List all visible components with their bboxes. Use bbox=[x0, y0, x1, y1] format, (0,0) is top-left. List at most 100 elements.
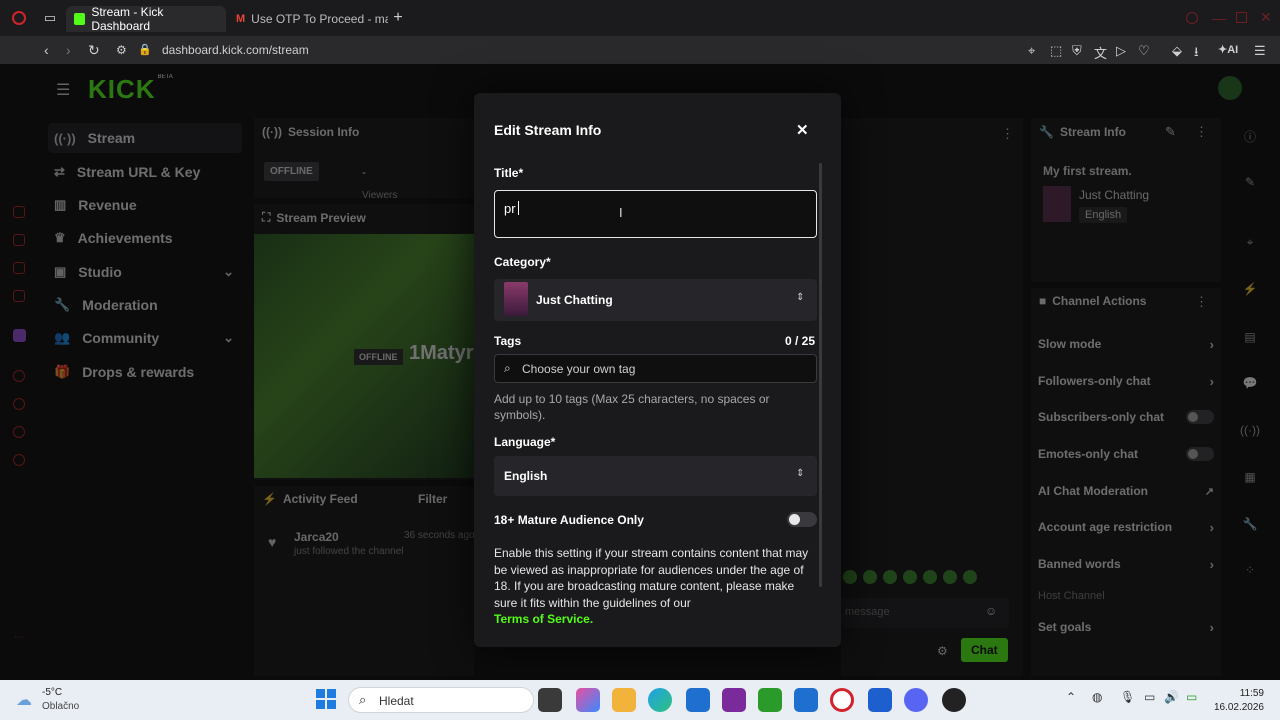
sidebar-item-achievements[interactable]: ♛ Achievements bbox=[48, 223, 242, 253]
opera-taskbar-icon[interactable] bbox=[830, 688, 854, 712]
sidebar-app-icon[interactable] bbox=[13, 454, 25, 466]
account-age-item[interactable]: Account age restriction › bbox=[1038, 512, 1214, 542]
volume-icon[interactable]: 🔊 bbox=[1164, 690, 1179, 704]
emote-icon[interactable] bbox=[883, 570, 897, 584]
sidebar-app-icon[interactable] bbox=[13, 234, 25, 246]
app-icon[interactable] bbox=[722, 688, 746, 712]
clock-time[interactable]: 11:59 bbox=[1228, 688, 1264, 699]
chat-bubble-icon[interactable]: 💬 bbox=[1240, 376, 1260, 396]
sidebar-item-stream[interactable]: ((·)) Stream bbox=[48, 123, 242, 153]
copilot-icon[interactable] bbox=[576, 688, 600, 712]
app-icon[interactable] bbox=[942, 688, 966, 712]
pencil-icon[interactable]: ✎ bbox=[1240, 175, 1260, 195]
chat-input[interactable]: message ☺ bbox=[841, 598, 1009, 628]
new-tab-icon[interactable]: + bbox=[390, 9, 406, 26]
sidebar-app-icon[interactable] bbox=[13, 262, 25, 274]
mail-icon[interactable] bbox=[794, 688, 818, 712]
subscribers-only-item[interactable]: Subscribers-only chat bbox=[1038, 402, 1214, 432]
maximize-icon[interactable] bbox=[1236, 12, 1247, 23]
ai-chat-moderation-item[interactable]: AI Chat Moderation ↗ bbox=[1038, 476, 1214, 506]
app-icon[interactable] bbox=[868, 688, 892, 712]
taskbar-search[interactable]: ⌕ Hledat bbox=[348, 687, 534, 713]
activity-user[interactable]: Jarca20 bbox=[294, 530, 339, 544]
tab-kick-dashboard[interactable]: Stream - Kick Dashboard bbox=[66, 5, 226, 33]
windows-start-icon[interactable] bbox=[316, 689, 336, 709]
pin-icon[interactable]: ⌖ bbox=[1028, 43, 1035, 59]
twitch-icon[interactable] bbox=[13, 329, 26, 342]
weather-desc[interactable]: Oblačno bbox=[42, 701, 79, 712]
battery-icon[interactable]: ▭ bbox=[1186, 690, 1197, 704]
menu-icon[interactable]: ☰ bbox=[1254, 43, 1266, 59]
sidebar-item-stream-url-key[interactable]: ⇄ Stream URL & Key bbox=[48, 157, 242, 187]
title-input[interactable]: pr I bbox=[494, 190, 817, 238]
set-goals-item[interactable]: Set goals › bbox=[1038, 612, 1214, 642]
screenshot-icon[interactable]: ⬚ bbox=[1050, 43, 1062, 59]
close-window-icon[interactable]: ✕ bbox=[1260, 9, 1272, 26]
sidebar-item-moderation[interactable]: 🔧 Moderation bbox=[48, 290, 242, 320]
emote-icon[interactable] bbox=[963, 570, 977, 584]
wallet-icon[interactable]: ⬙ bbox=[1172, 43, 1182, 59]
minimize-icon[interactable]: — bbox=[1212, 10, 1226, 26]
network-icon[interactable]: ▭ bbox=[1144, 690, 1155, 704]
sidebar-app-icon[interactable] bbox=[13, 398, 25, 410]
emotes-only-toggle[interactable] bbox=[1186, 447, 1214, 461]
clock-date[interactable]: 16.02.2026 bbox=[1210, 702, 1264, 713]
chat-settings-icon[interactable]: ⚙ bbox=[937, 644, 948, 658]
task-view-icon[interactable] bbox=[538, 688, 562, 712]
emote-icon[interactable] bbox=[843, 570, 857, 584]
modal-scrollbar[interactable] bbox=[819, 163, 822, 587]
forward-icon[interactable]: › bbox=[66, 42, 71, 58]
kick-logo[interactable]: KICK BETA bbox=[88, 74, 173, 105]
heart-icon[interactable]: ♡ bbox=[1138, 43, 1150, 59]
subscribers-only-toggle[interactable] bbox=[1186, 410, 1214, 424]
file-explorer-icon[interactable] bbox=[612, 688, 636, 712]
layout-icon[interactable]: ▦ bbox=[1240, 470, 1260, 490]
site-settings-icon[interactable]: ⚙ bbox=[116, 43, 127, 57]
slow-mode-item[interactable]: Slow mode › bbox=[1038, 329, 1214, 359]
tags-input[interactable]: ⌕ Choose your own tag bbox=[494, 354, 817, 383]
emote-icon[interactable] bbox=[863, 570, 877, 584]
more-icon[interactable]: ⋮ bbox=[1195, 124, 1208, 140]
sidebar-more-icon[interactable]: ⋯ bbox=[14, 632, 24, 643]
emote-icon[interactable] bbox=[923, 570, 937, 584]
emote-icon[interactable] bbox=[943, 570, 957, 584]
broadcast-icon[interactable]: ((·)) bbox=[1240, 423, 1260, 443]
translate-icon[interactable]: 文 bbox=[1094, 43, 1107, 62]
more-icon[interactable]: ⋮ bbox=[1001, 126, 1014, 142]
apps-icon[interactable]: ⁘ bbox=[1240, 563, 1260, 583]
store-icon[interactable] bbox=[686, 688, 710, 712]
terms-of-service-link[interactable]: Terms of Service bbox=[494, 612, 590, 626]
tab-otp[interactable]: M Use OTP To Proceed - ma bbox=[228, 6, 388, 32]
weather-temp[interactable]: -5°C bbox=[42, 687, 62, 698]
emote-icon[interactable] bbox=[903, 570, 917, 584]
hamburger-icon[interactable]: ☰ bbox=[56, 80, 70, 100]
info-icon[interactable]: ⓘ bbox=[1240, 128, 1260, 148]
microphone-icon[interactable]: 🎙 bbox=[1120, 690, 1135, 704]
emotes-only-item[interactable]: Emotes-only chat bbox=[1038, 439, 1214, 469]
emoji-icon[interactable]: ☺ bbox=[985, 604, 997, 618]
edit-pencil-icon[interactable]: ✎ bbox=[1165, 124, 1176, 140]
play-icon[interactable]: ▷ bbox=[1116, 43, 1126, 59]
followers-only-item[interactable]: Followers-only chat › bbox=[1038, 366, 1214, 396]
document-icon[interactable]: ▤ bbox=[1240, 330, 1260, 350]
url-field[interactable]: dashboard.kick.com/stream bbox=[162, 43, 309, 57]
mature-toggle[interactable] bbox=[787, 512, 817, 527]
back-icon[interactable]: ‹ bbox=[44, 42, 49, 58]
sidebar-app-icon[interactable] bbox=[13, 426, 25, 438]
xbox-icon[interactable] bbox=[758, 688, 782, 712]
tray-chevron-icon[interactable]: ⌃ bbox=[1066, 690, 1076, 704]
more-icon[interactable]: ⋮ bbox=[1195, 294, 1208, 310]
ai-button[interactable]: ✦ AI bbox=[1218, 43, 1238, 57]
download-icon[interactable]: ⭳ bbox=[1194, 43, 1199, 65]
filter-button[interactable]: Filter bbox=[418, 492, 447, 506]
sidebar-item-studio[interactable]: ▣ Studio ⌄ bbox=[48, 257, 242, 287]
sidebar-app-icon[interactable] bbox=[13, 206, 25, 218]
edge-icon[interactable] bbox=[648, 688, 672, 712]
shield-icon[interactable]: ⛨ bbox=[1072, 43, 1082, 59]
category-select[interactable]: Just Chatting ⇕ bbox=[494, 279, 817, 321]
reload-icon[interactable]: ↻ bbox=[88, 42, 100, 59]
bolt-icon[interactable]: ⚡ bbox=[1240, 282, 1260, 302]
avatar[interactable] bbox=[1218, 76, 1242, 100]
sidebar-item-revenue[interactable]: ▥ Revenue bbox=[48, 190, 242, 220]
language-select[interactable]: English ⇕ bbox=[494, 456, 817, 496]
